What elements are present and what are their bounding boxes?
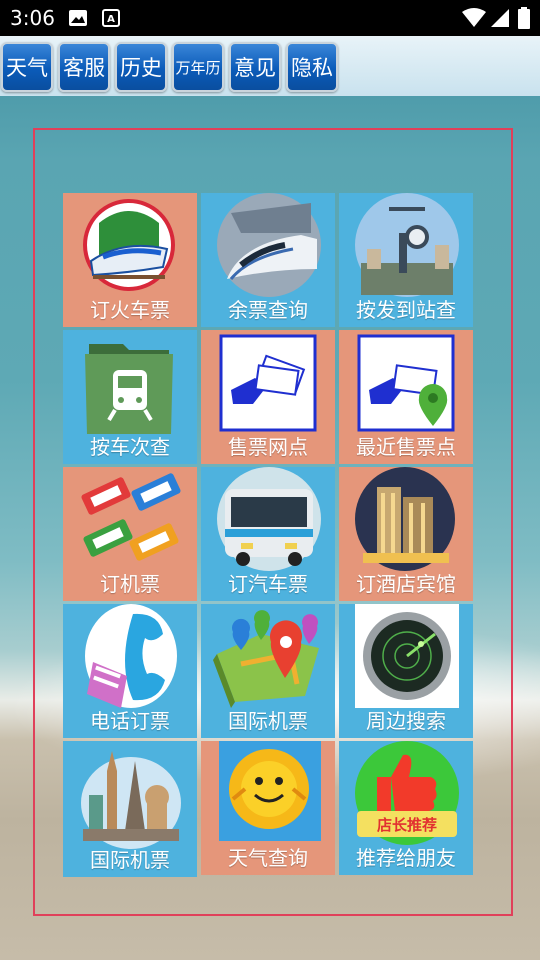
tile-label: 最近售票点 xyxy=(356,435,456,459)
tile-book-bus[interactable]: 订汽车票 xyxy=(201,467,335,601)
top-toolbar: 天气 客服 历史 万年历 意见 隐私 xyxy=(0,36,540,96)
tile-nearest-outlet[interactable]: 最近售票点 xyxy=(339,330,473,464)
tile-remaining-tickets[interactable]: 余票查询 xyxy=(201,193,335,327)
thumbs-up-icon: 店长推荐 xyxy=(355,741,459,845)
tile-label: 订机票 xyxy=(100,572,160,596)
plane-tickets-icon xyxy=(81,473,181,561)
bullet-train-icon xyxy=(217,193,321,297)
phone-icon xyxy=(85,604,177,708)
text-icon: A xyxy=(102,9,120,31)
train-icon xyxy=(83,199,175,291)
tile-nearby-search[interactable]: 周边搜索 xyxy=(339,604,473,738)
recommend-badge-text: 店长推荐 xyxy=(377,816,437,834)
battery-icon xyxy=(518,7,530,33)
tile-label: 推荐给朋友 xyxy=(356,846,456,870)
history-button[interactable]: 历史 xyxy=(115,42,167,92)
customer-service-button[interactable]: 客服 xyxy=(58,42,110,92)
tile-recommend-friend[interactable]: 店长推荐 推荐给朋友 xyxy=(339,741,473,875)
tile-label: 周边搜索 xyxy=(366,709,446,733)
tile-book-hotel[interactable]: 订酒店宾馆 xyxy=(339,467,473,601)
tile-book-flight[interactable]: 订机票 xyxy=(63,467,197,601)
tile-ticket-outlets[interactable]: 售票网点 xyxy=(201,330,335,464)
privacy-button[interactable]: 隐私 xyxy=(286,42,338,92)
calendar-button[interactable]: 万年历 xyxy=(172,42,224,92)
tile-label: 国际机票 xyxy=(90,848,170,872)
ticket-hand-icon xyxy=(219,334,317,432)
tile-phone-booking[interactable]: 电话订票 xyxy=(63,604,197,738)
weather-button[interactable]: 天气 xyxy=(1,42,53,92)
tile-weather-search[interactable]: 天气查询 xyxy=(201,741,335,875)
wifi-icon xyxy=(462,8,486,32)
tile-label: 余票查询 xyxy=(228,298,308,322)
tile-station-search[interactable]: 按发到站查 xyxy=(339,193,473,327)
image-icon xyxy=(68,9,88,31)
tile-label: 按发到站查 xyxy=(356,298,456,322)
signal-icon xyxy=(490,8,510,32)
tile-label: 国际机票 xyxy=(228,709,308,733)
tile-label: 按车次查 xyxy=(90,435,170,459)
map-pins-icon xyxy=(213,610,319,708)
tile-label: 电话订票 xyxy=(90,709,170,733)
tile-international-flights[interactable]: 国际机票 xyxy=(63,741,197,877)
tile-label: 订汽车票 xyxy=(228,572,308,596)
tile-label: 订火车票 xyxy=(90,298,170,322)
tile-book-train-ticket[interactable]: 订火车票 xyxy=(63,193,197,327)
status-bar: 3:06 A xyxy=(0,0,540,36)
bus-icon xyxy=(217,467,321,571)
train-folder-icon xyxy=(85,344,173,434)
hotel-icon xyxy=(355,467,455,571)
status-time: 3:06 xyxy=(10,6,55,30)
sun-icon xyxy=(219,741,321,841)
feedback-button[interactable]: 意见 xyxy=(229,42,281,92)
tile-international-flights-map[interactable]: 国际机票 xyxy=(201,604,335,738)
tile-train-number-search[interactable]: 按车次查 xyxy=(63,330,197,464)
tile-label: 天气查询 xyxy=(228,846,308,870)
svg-text:A: A xyxy=(107,14,115,25)
tile-label: 售票网点 xyxy=(228,435,308,459)
radar-icon xyxy=(355,604,459,708)
ticket-location-icon xyxy=(357,334,455,432)
tile-label: 订酒店宾馆 xyxy=(356,572,456,596)
landmarks-icon xyxy=(81,751,181,849)
city-clock-icon xyxy=(355,193,459,297)
